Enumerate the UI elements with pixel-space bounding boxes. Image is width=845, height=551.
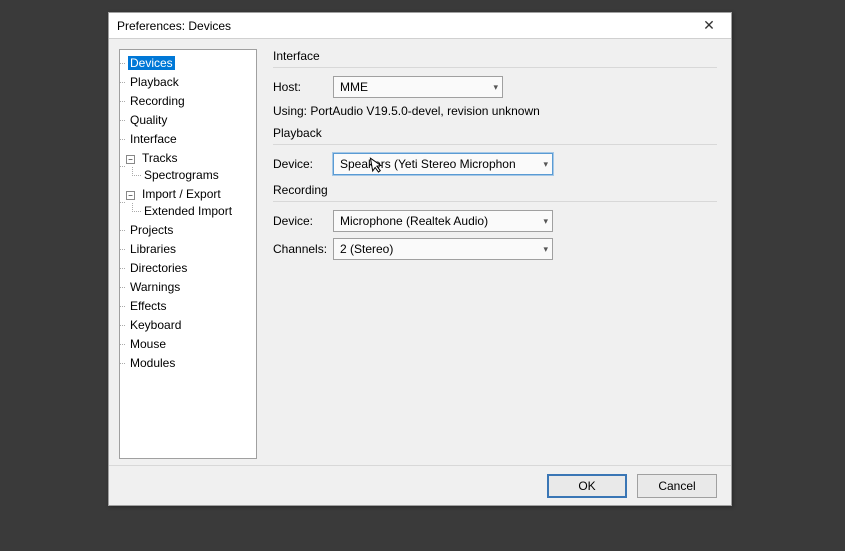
tree-item-quality[interactable]: Quality [126,111,254,130]
playback-section-title: Playback [273,126,717,145]
tree-item-directories[interactable]: Directories [126,259,254,278]
chevron-down-icon: ▾ [543,244,548,255]
ok-label: OK [578,479,595,493]
cancel-button[interactable]: Cancel [637,474,717,498]
interface-section-title: Interface [273,49,717,68]
close-icon: ✕ [703,17,715,34]
interface-section: Interface Host: MME ▾ Using: PortAudio V… [273,49,717,118]
chevron-down-icon: ▾ [543,159,548,170]
window-title: Preferences: Devices [117,19,231,33]
dialog-footer: OK Cancel [109,465,731,505]
tree-item-playback[interactable]: Playback [126,73,254,92]
tree-item-effects[interactable]: Effects [126,297,254,316]
chevron-down-icon: ▾ [493,82,498,93]
close-button[interactable]: ✕ [691,15,727,37]
recording-section: Recording Device: Microphone (Realtek Au… [273,183,717,260]
tree-item-tracks[interactable]: −Tracks Spectrograms [126,149,254,185]
tree-item-recording[interactable]: Recording [126,92,254,111]
recording-device-value: Microphone (Realtek Audio) [340,214,488,228]
channels-label: Channels: [273,242,325,256]
playback-device-label: Device: [273,157,325,171]
cancel-label: Cancel [658,479,695,493]
playback-section: Playback Device: Speakers (Yeti Stereo M… [273,126,717,175]
chevron-down-icon: ▾ [543,216,548,227]
host-value: MME [340,80,368,94]
using-text: Using: PortAudio V19.5.0-devel, revision… [273,104,717,118]
playback-device-value: Speakers (Yeti Stereo Microphon [340,157,516,171]
tree-item-warnings[interactable]: Warnings [126,278,254,297]
host-dropdown[interactable]: MME ▾ [333,76,503,98]
tree-item-devices[interactable]: Devices [126,54,254,73]
recording-device-label: Device: [273,214,325,228]
channels-value: 2 (Stereo) [340,242,393,256]
minus-icon[interactable]: − [126,155,135,164]
tree-item-libraries[interactable]: Libraries [126,240,254,259]
category-tree[interactable]: Devices Playback Recording Quality Inter… [119,49,257,459]
channels-dropdown[interactable]: 2 (Stereo) ▾ [333,238,553,260]
tree-item-import-export[interactable]: −Import / Export Extended Import [126,185,254,221]
tree-item-keyboard[interactable]: Keyboard [126,316,254,335]
content-panel: Interface Host: MME ▾ Using: PortAudio V… [263,39,731,465]
minus-icon[interactable]: − [126,191,135,200]
tree-item-modules[interactable]: Modules [126,354,254,373]
tree-item-projects[interactable]: Projects [126,221,254,240]
tree-item-spectrograms[interactable]: Spectrograms [128,167,252,184]
tree-item-mouse[interactable]: Mouse [126,335,254,354]
ok-button[interactable]: OK [547,474,627,498]
recording-section-title: Recording [273,183,717,202]
tree-item-extended-import[interactable]: Extended Import [128,203,252,220]
host-label: Host: [273,80,325,94]
titlebar: Preferences: Devices ✕ [109,13,731,39]
tree-item-interface[interactable]: Interface [126,130,254,149]
dialog-body: Devices Playback Recording Quality Inter… [109,39,731,465]
playback-device-dropdown[interactable]: Speakers (Yeti Stereo Microphon ▾ [333,153,553,175]
preferences-dialog: Preferences: Devices ✕ Devices Playback … [108,12,732,506]
recording-device-dropdown[interactable]: Microphone (Realtek Audio) ▾ [333,210,553,232]
